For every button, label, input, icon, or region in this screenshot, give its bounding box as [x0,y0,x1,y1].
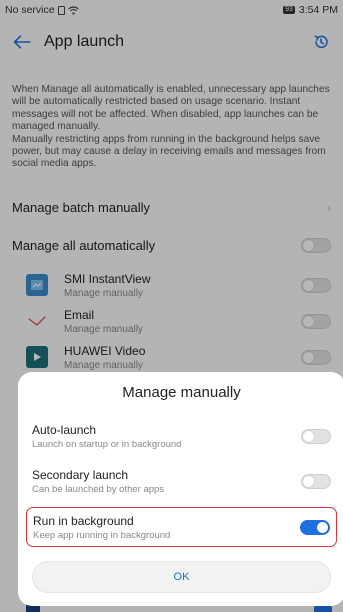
option-subtitle: Keep app running in background [33,529,171,541]
option-secondary-launch[interactable]: Secondary launch Can be launched by othe… [26,461,337,501]
dialog-title: Manage manually [122,384,241,401]
run-in-background-toggle[interactable] [300,519,330,535]
ok-button[interactable]: OK [32,561,331,593]
option-title: Auto-launch [32,422,97,437]
option-title: Secondary launch [32,467,129,482]
option-subtitle: Can be launched by other apps [32,483,165,495]
option-title: Run in background [33,513,134,528]
option-subtitle: Launch on startup or in background [32,438,182,450]
secondary-launch-toggle[interactable] [301,473,331,489]
option-run-in-background[interactable]: Run in background Keep app running in ba… [26,507,337,547]
manage-manually-dialog: Manage manually Auto-launch Launch on st… [18,372,343,606]
option-auto-launch[interactable]: Auto-launch Launch on startup or in back… [26,416,337,456]
app-launch-screen: No service 93 3:54 PM App launch When Ma… [0,0,343,612]
auto-launch-toggle[interactable] [301,428,331,444]
